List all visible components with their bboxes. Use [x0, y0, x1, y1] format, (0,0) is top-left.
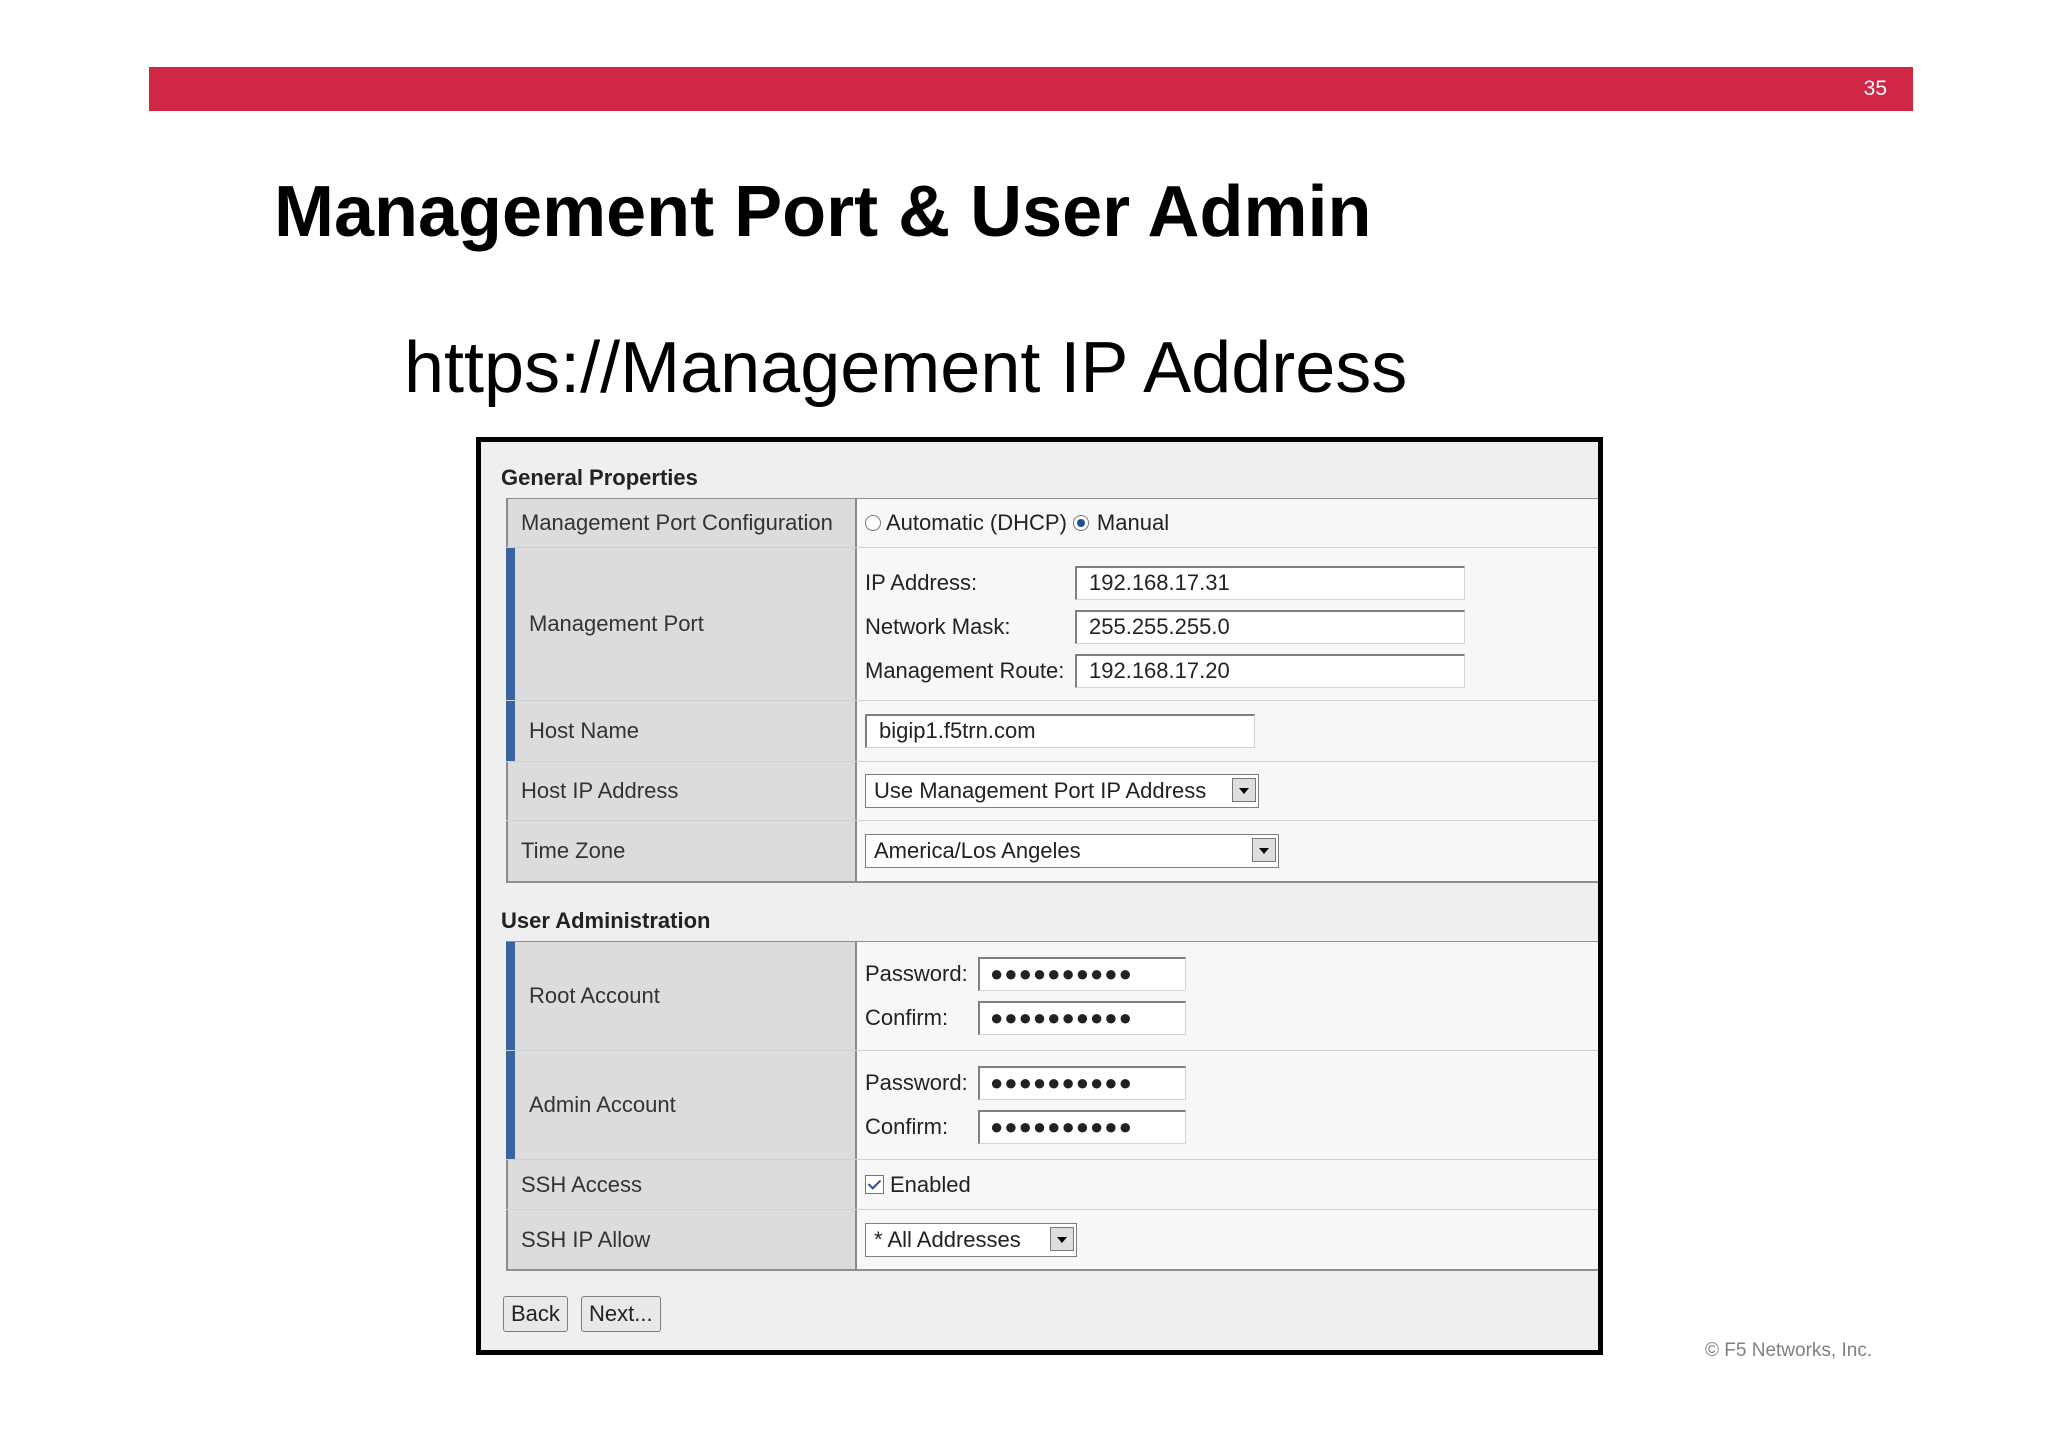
- root-confirm-input[interactable]: ●●●●●●●●●●: [978, 1001, 1186, 1035]
- chevron-down-icon[interactable]: [1232, 778, 1256, 802]
- row-host-ip: Host IP Address Use Management Port IP A…: [506, 761, 1598, 820]
- section-heading-user-admin: User Administration: [501, 908, 711, 933]
- root-account-label: Root Account: [506, 942, 857, 1050]
- slide-subtitle: https://Management IP Address: [404, 328, 1408, 408]
- host-name-label: Host Name: [506, 701, 857, 761]
- chevron-down-icon[interactable]: [1252, 838, 1276, 862]
- root-password-label: Password:: [865, 961, 968, 986]
- admin-password-label: Password:: [865, 1070, 968, 1095]
- management-port-label: Management Port: [506, 548, 857, 700]
- row-management-port: Management Port IP Address: 192.168.17.3…: [506, 547, 1598, 700]
- ssh-enabled-checkbox[interactable]: [865, 1175, 884, 1194]
- row-admin-account: Admin Account Password: ●●●●●●●●●● Confi…: [506, 1050, 1598, 1159]
- header-bar: 35: [149, 67, 1913, 111]
- user-administration-table: Root Account Password: ●●●●●●●●●● Confir…: [506, 941, 1598, 1271]
- next-button[interactable]: Next...: [581, 1296, 661, 1332]
- ip-address-input[interactable]: 192.168.17.31: [1075, 566, 1465, 600]
- ssh-ip-allow-selected-value: * All Addresses: [874, 1226, 1021, 1252]
- row-time-zone: Time Zone America/Los Angeles: [506, 820, 1598, 881]
- manual-radio[interactable]: [1072, 515, 1089, 531]
- slide-title: Management Port & User Admin: [274, 172, 1372, 252]
- host-ip-label: Host IP Address: [506, 762, 857, 820]
- row-ssh-ip-allow: SSH IP Allow * All Addresses: [506, 1209, 1598, 1269]
- general-properties-table: Management Port Configuration Automatic …: [506, 498, 1598, 883]
- network-mask-input[interactable]: 255.255.255.0: [1075, 610, 1465, 644]
- management-route-label: Management Route:: [865, 658, 1065, 683]
- ssh-ip-allow-select[interactable]: * All Addresses: [865, 1222, 1077, 1257]
- management-route-input[interactable]: 192.168.17.20: [1075, 654, 1465, 688]
- time-zone-selected-value: America/Los Angeles: [874, 838, 1081, 863]
- admin-confirm-label: Confirm:: [865, 1114, 949, 1139]
- copyright: © F5 Networks, Inc.: [1705, 1340, 1873, 1361]
- row-host-name: Host Name bigip1.f5trn.com: [506, 700, 1598, 761]
- page-number: 35: [1863, 77, 1887, 100]
- back-button[interactable]: Back: [503, 1296, 568, 1332]
- port-configuration-label: Management Port Configuration: [506, 499, 857, 547]
- admin-account-label: Admin Account: [506, 1051, 857, 1159]
- ssh-ip-allow-label: SSH IP Allow: [506, 1210, 857, 1269]
- admin-confirm-input[interactable]: ●●●●●●●●●●: [978, 1110, 1186, 1144]
- ip-address-label: IP Address:: [865, 570, 978, 595]
- setup-screenshot: General Properties Management Port Confi…: [476, 437, 1603, 1355]
- host-ip-selected-value: Use Management Port IP Address: [874, 778, 1207, 803]
- time-zone-label: Time Zone: [506, 821, 857, 881]
- row-root-account: Root Account Password: ●●●●●●●●●● Confir…: [506, 942, 1598, 1050]
- root-confirm-label: Confirm:: [865, 1005, 949, 1030]
- root-password-input[interactable]: ●●●●●●●●●●: [978, 957, 1186, 991]
- dhcp-option-label: Automatic (DHCP): [886, 510, 1067, 535]
- row-port-configuration: Management Port Configuration Automatic …: [506, 499, 1598, 547]
- admin-password-input[interactable]: ●●●●●●●●●●: [978, 1066, 1186, 1100]
- network-mask-label: Network Mask:: [865, 614, 1011, 639]
- chevron-down-icon[interactable]: [1050, 1226, 1074, 1251]
- ssh-enabled-label: Enabled: [890, 1171, 971, 1197]
- manual-option-label: Manual: [1096, 510, 1170, 535]
- section-heading-general: General Properties: [501, 465, 698, 490]
- host-name-input[interactable]: bigip1.f5trn.com: [865, 714, 1255, 748]
- host-ip-select[interactable]: Use Management Port IP Address: [865, 774, 1259, 808]
- time-zone-select[interactable]: America/Los Angeles: [865, 834, 1279, 868]
- row-ssh-access: SSH Access Enabled: [506, 1159, 1598, 1209]
- dhcp-radio[interactable]: [865, 515, 881, 531]
- ssh-access-label: SSH Access: [506, 1160, 857, 1209]
